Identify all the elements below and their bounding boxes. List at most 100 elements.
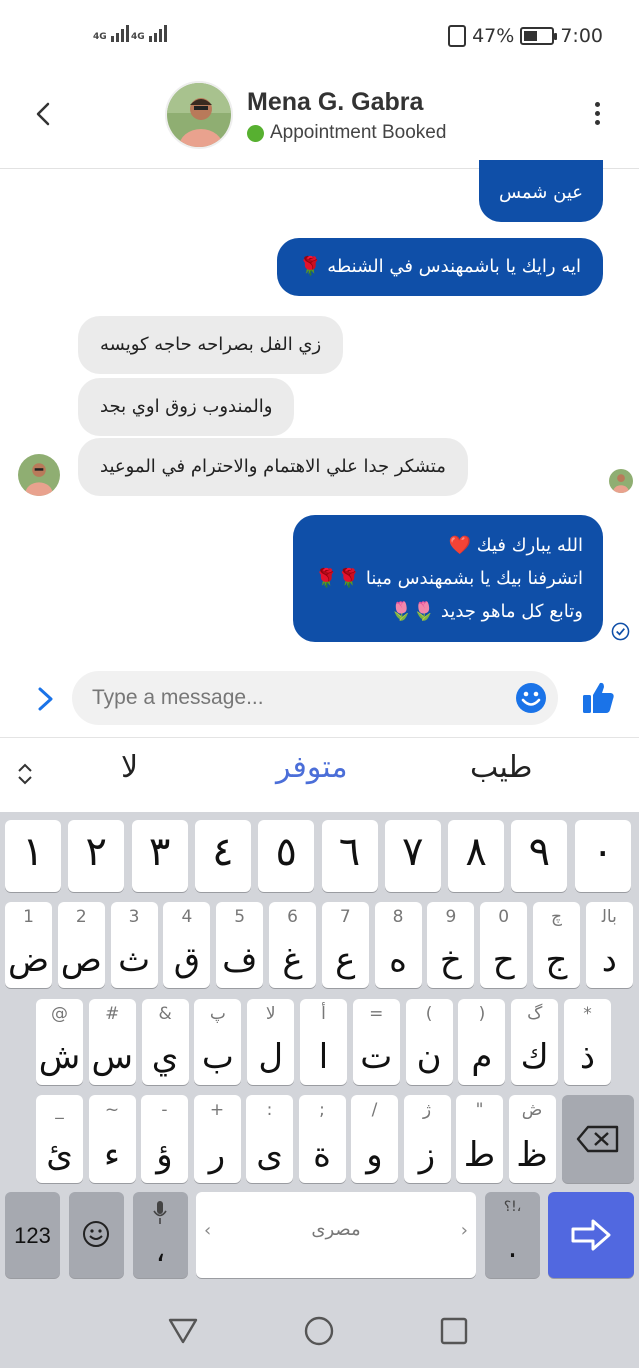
key-label: د (601, 940, 617, 980)
letter-key[interactable]: (ن (405, 999, 453, 1085)
key-hint: 5 (234, 907, 246, 927)
letter-key[interactable]: & ي (141, 999, 189, 1085)
message-bubble-sent[interactable]: الله يبارك فيك ❤️ اتشرفنا بيك يا بشمهندس… (293, 515, 603, 642)
message-line: اتشرفنا بيك يا بشمهندس مينا 🌹🌹 (315, 568, 583, 589)
letter-key[interactable]: ڞظ (508, 1095, 556, 1183)
nav-recents-icon[interactable] (440, 1317, 468, 1345)
space-key[interactable]: ‹ مصرى › (196, 1192, 476, 1278)
sender-avatar[interactable] (18, 454, 60, 496)
thumbs-up-icon[interactable] (580, 680, 616, 716)
number-key[interactable]: ٧ (384, 820, 441, 892)
key-label: ط (463, 1135, 496, 1175)
key-label: ث (118, 940, 151, 980)
number-key[interactable]: ١ (5, 820, 61, 892)
number-key[interactable]: ٩ (511, 820, 568, 892)
number-key[interactable]: ٨ (448, 820, 505, 892)
number-key[interactable]: ٢ (68, 820, 125, 892)
punctuation-key[interactable]: ؟!، . (485, 1192, 540, 1278)
letter-key[interactable]: ژز (403, 1095, 451, 1183)
letter-key[interactable]: 4ق (163, 902, 211, 988)
letter-key[interactable]: -ؤ (141, 1095, 188, 1183)
key-label: ل (258, 1037, 284, 1077)
signal-indicator-2: 4G (131, 24, 167, 42)
letter-key[interactable]: # س (88, 999, 136, 1085)
letter-key[interactable]: 7ع (321, 902, 369, 988)
expand-chevron-icon[interactable] (36, 685, 56, 713)
network-type-2: 4G (131, 32, 145, 42)
emoji-key[interactable] (69, 1192, 124, 1278)
number-key[interactable]: ٥ (258, 820, 315, 892)
key-label: ١ (22, 829, 44, 875)
message-input[interactable] (72, 671, 558, 725)
number-key[interactable]: ٤ (194, 820, 251, 892)
letter-key[interactable]: " ط (456, 1095, 503, 1183)
send-enter-key[interactable] (548, 1192, 634, 1278)
letter-key[interactable]: 5ف (216, 902, 264, 988)
key-label: ش (38, 1037, 81, 1077)
suggestion-left[interactable]: لا (121, 750, 138, 785)
battery-icon (520, 27, 558, 45)
letter-key[interactable]: _ ئ (36, 1095, 83, 1183)
number-key[interactable]: ٠ (574, 820, 631, 892)
key-label: ظ (516, 1135, 548, 1175)
key-hint: چ (551, 907, 562, 927)
read-receipt-avatar (609, 469, 633, 493)
letter-key[interactable]: @ ش (36, 999, 83, 1085)
message-line: الله يبارك فيك ❤️ (448, 535, 583, 556)
letter-key[interactable]: لا ل (247, 999, 295, 1085)
signal-indicator-1: 4G (93, 24, 129, 42)
letter-key[interactable]: أا (300, 999, 347, 1085)
network-type-1: 4G (93, 32, 107, 42)
letter-key[interactable]: + ر (193, 1095, 241, 1183)
key-label: ب (201, 1037, 234, 1077)
key-label: ى (256, 1135, 283, 1175)
letter-key[interactable]: ﺑﺎﻟ د (585, 902, 633, 988)
key-label: ٤ (212, 829, 234, 875)
letter-key[interactable]: * ذ (564, 999, 611, 1085)
letter-key[interactable]: گك (511, 999, 559, 1085)
message-bubble-received[interactable]: زي الفل بصراحه حاجه كويسه (78, 316, 344, 374)
key-hint: ( (425, 1004, 433, 1024)
emoji-icon[interactable] (515, 682, 547, 714)
letter-key[interactable]: ) م (458, 999, 506, 1085)
message-bubble-sent[interactable]: عين شمس (478, 160, 603, 222)
suggestion-right[interactable]: طيب (470, 750, 532, 785)
key-label: ت (360, 1037, 393, 1077)
letter-key[interactable]: / و (351, 1095, 398, 1183)
suggestion-middle[interactable]: متوفر (276, 750, 348, 785)
key-hint: - (161, 1100, 168, 1120)
contact-avatar[interactable] (165, 81, 233, 149)
letter-key[interactable]: ; ة (298, 1095, 346, 1183)
letter-key[interactable]: 8ه (374, 902, 422, 988)
back-arrow-icon[interactable] (28, 98, 60, 130)
numbers-toggle-key[interactable]: 123 (5, 1192, 60, 1278)
number-key[interactable]: ٦ (321, 820, 378, 892)
message-bubble-sent[interactable]: ايه رايك يا باشمهندس في الشنطه 🌹 (277, 238, 603, 296)
nav-home-icon[interactable] (304, 1316, 334, 1346)
status-dot-icon (247, 124, 264, 142)
key-hint: ) (478, 1004, 486, 1024)
nav-back-icon[interactable] (168, 1317, 198, 1345)
key-label: و (366, 1135, 383, 1175)
message-bubble-received[interactable]: والمندوب زوق اوي بجد (78, 378, 295, 436)
letter-key[interactable]: چج (533, 902, 580, 988)
voice-comma-key[interactable]: ، (133, 1192, 188, 1278)
more-options-icon[interactable] (593, 102, 601, 128)
message-bubble-received[interactable]: متشكر جدا علي الاهتمام والاحترام في المو… (78, 438, 468, 496)
key-hint: " (475, 1100, 484, 1120)
letter-key[interactable]: :ى (246, 1095, 293, 1183)
letter-key[interactable]: 0ح (480, 902, 528, 988)
letter-key[interactable]: 3ث (110, 902, 158, 988)
letter-key[interactable]: ~ ء (88, 1095, 136, 1183)
backspace-key[interactable] (562, 1095, 634, 1183)
letter-key[interactable]: پب (194, 999, 242, 1085)
expand-suggestions-icon[interactable] (16, 762, 34, 786)
letter-key[interactable]: 1ض (5, 902, 52, 988)
letter-key[interactable]: 2ص (57, 902, 105, 988)
letter-key[interactable]: = ت (352, 999, 400, 1085)
letter-key[interactable]: 6غ (269, 902, 316, 988)
letter-key[interactable]: 9خ (427, 902, 475, 988)
key-label: ص (60, 940, 102, 980)
number-key[interactable]: ٣ (131, 820, 188, 892)
signal-bars-icon (110, 24, 129, 42)
